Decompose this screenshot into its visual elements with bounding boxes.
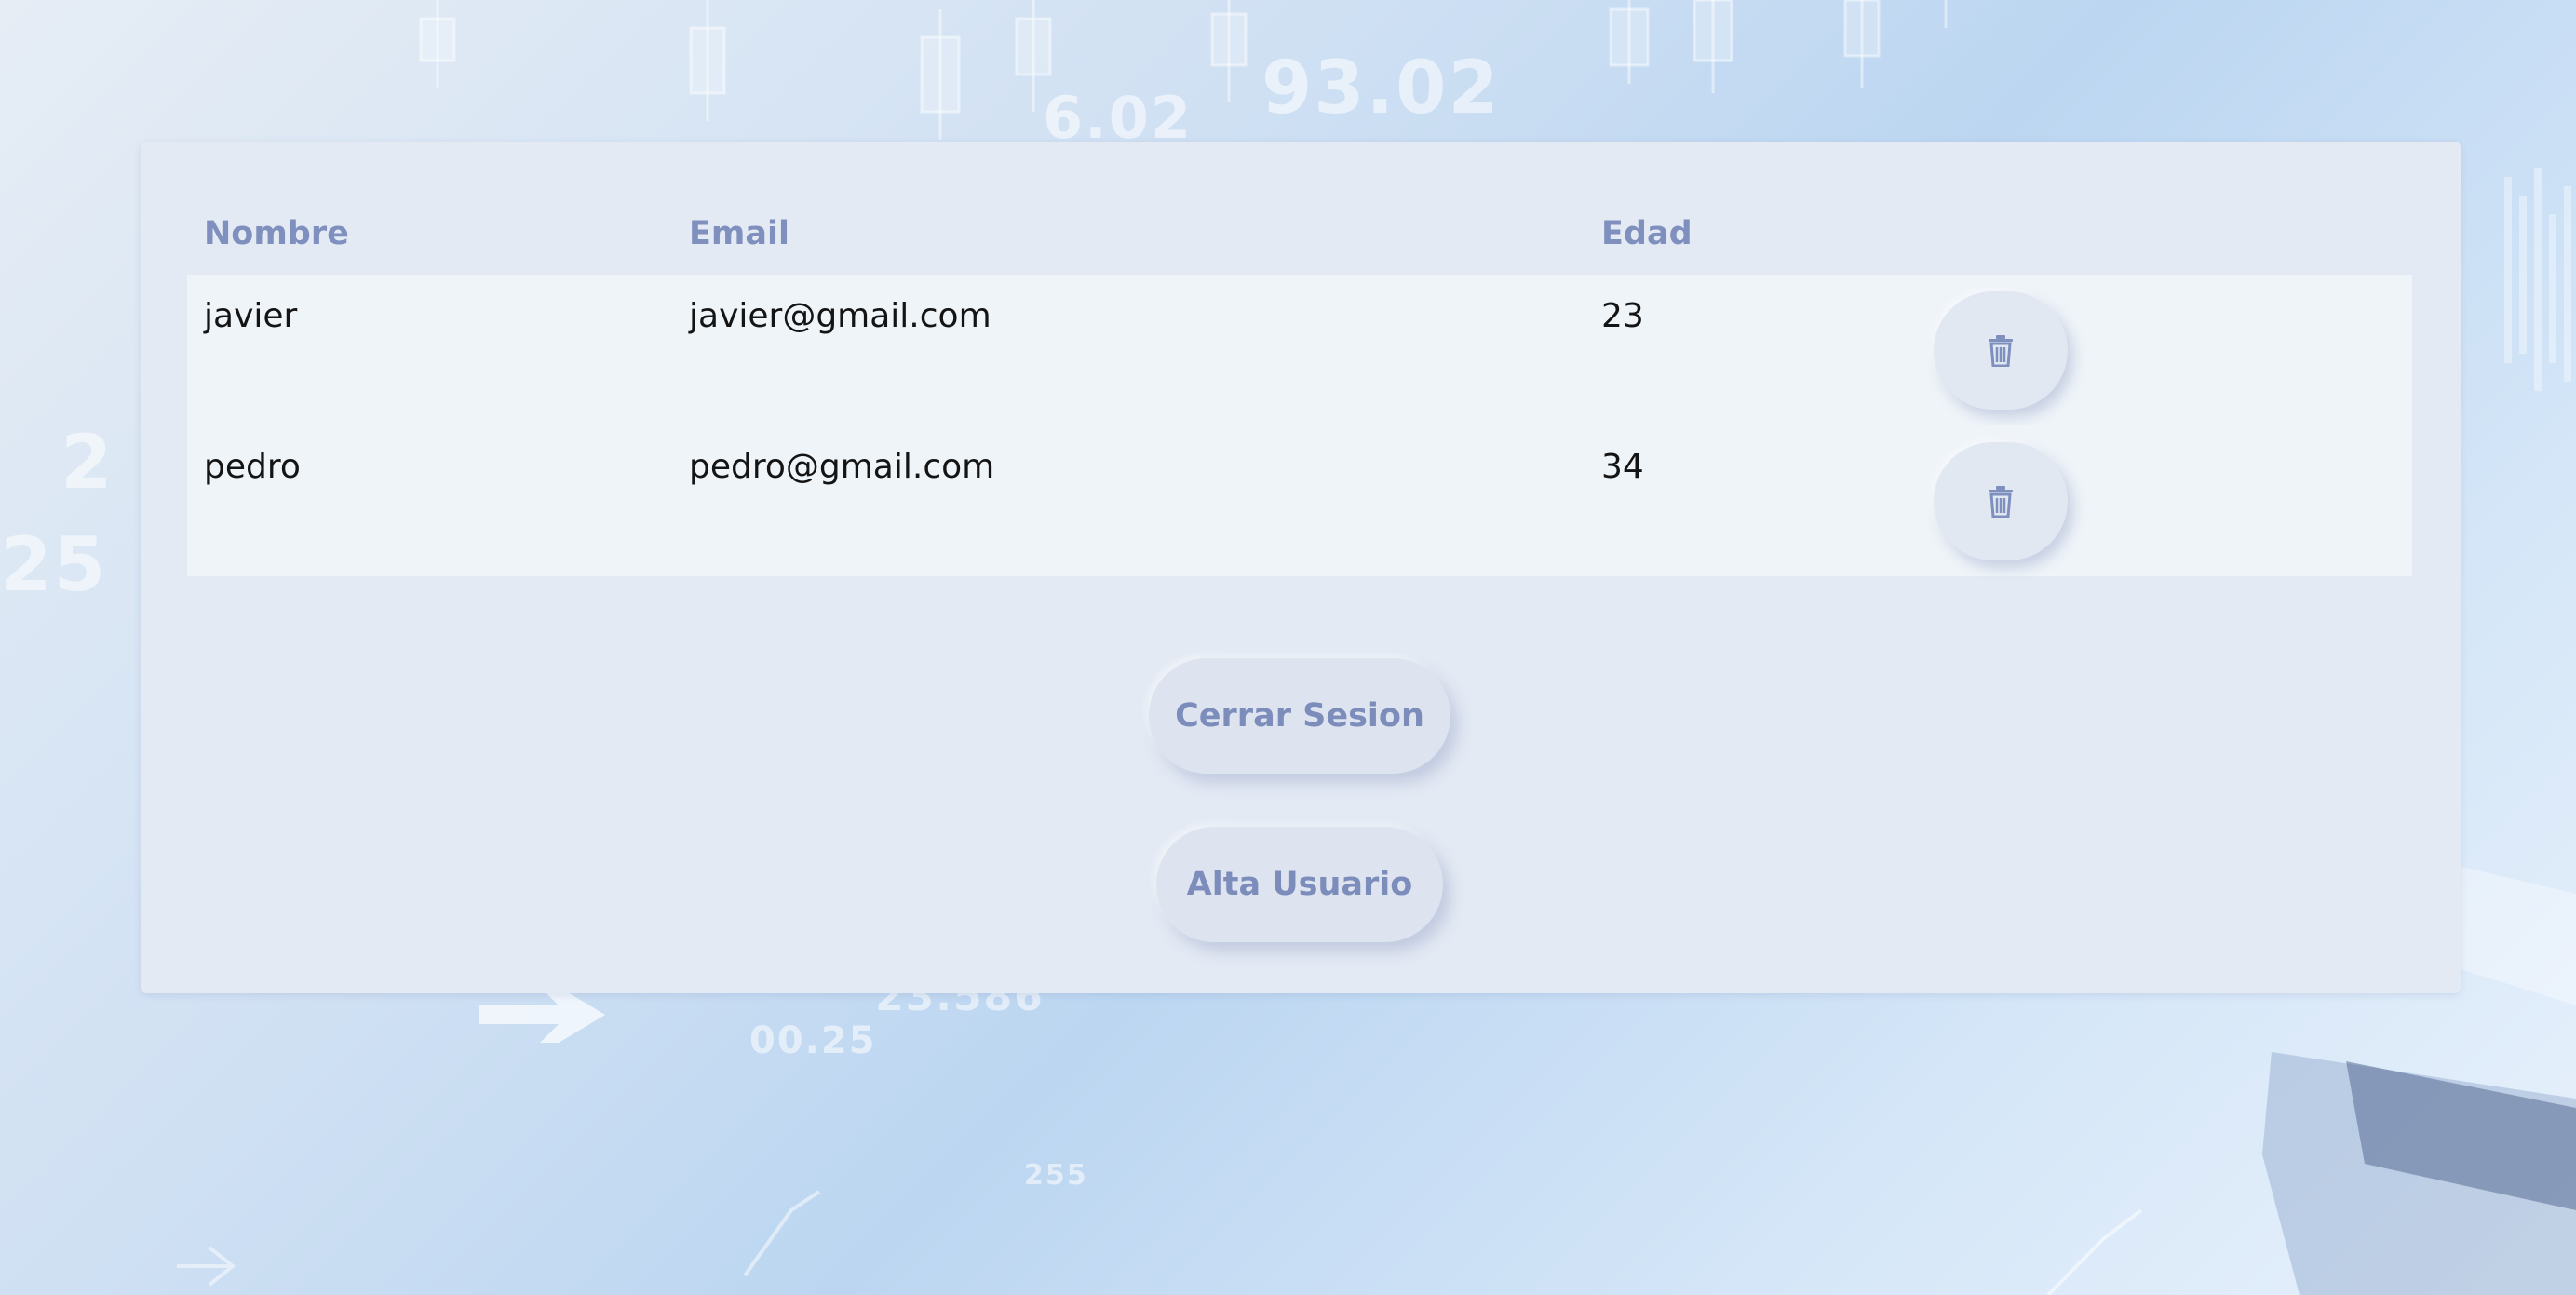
cell-email: pedro@gmail.com <box>689 448 995 486</box>
background-number: 25 <box>0 521 108 608</box>
users-table: Nombre Email Edad javier javier@gmail.co… <box>187 193 2412 576</box>
table-row: pedro pedro@gmail.com 34 <box>187 425 2412 576</box>
column-header-edad: Edad <box>1601 215 1693 252</box>
cell-email: javier@gmail.com <box>689 297 991 335</box>
logout-button[interactable]: Cerrar Sesion <box>1149 658 1450 774</box>
cell-edad: 34 <box>1601 448 1644 486</box>
table-row: javier javier@gmail.com 23 <box>187 275 2412 425</box>
column-header-actions <box>1915 193 2412 275</box>
background-number: 00.25 <box>749 1019 877 1062</box>
cell-actions <box>1915 425 2412 576</box>
users-panel: Nombre Email Edad javier javier@gmail.co… <box>141 142 2461 993</box>
trash-icon <box>1987 485 2015 518</box>
trash-icon <box>1987 334 2015 367</box>
delete-user-button[interactable] <box>1934 442 2068 560</box>
delete-user-button[interactable] <box>1934 291 2068 410</box>
cell-nombre: pedro <box>204 448 301 486</box>
table-header-row: Nombre Email Edad <box>187 193 2412 275</box>
background-number: 2 <box>61 419 115 506</box>
add-user-button[interactable]: Alta Usuario <box>1156 827 1443 942</box>
cell-nombre: javier <box>204 297 298 335</box>
column-header-nombre: Nombre <box>204 215 349 252</box>
cell-edad: 23 <box>1601 297 1644 335</box>
cell-actions <box>1915 275 2412 425</box>
background-number: 93.02 <box>1261 47 1501 130</box>
background-number: 255 <box>1024 1159 1088 1192</box>
column-header-email: Email <box>689 215 789 252</box>
